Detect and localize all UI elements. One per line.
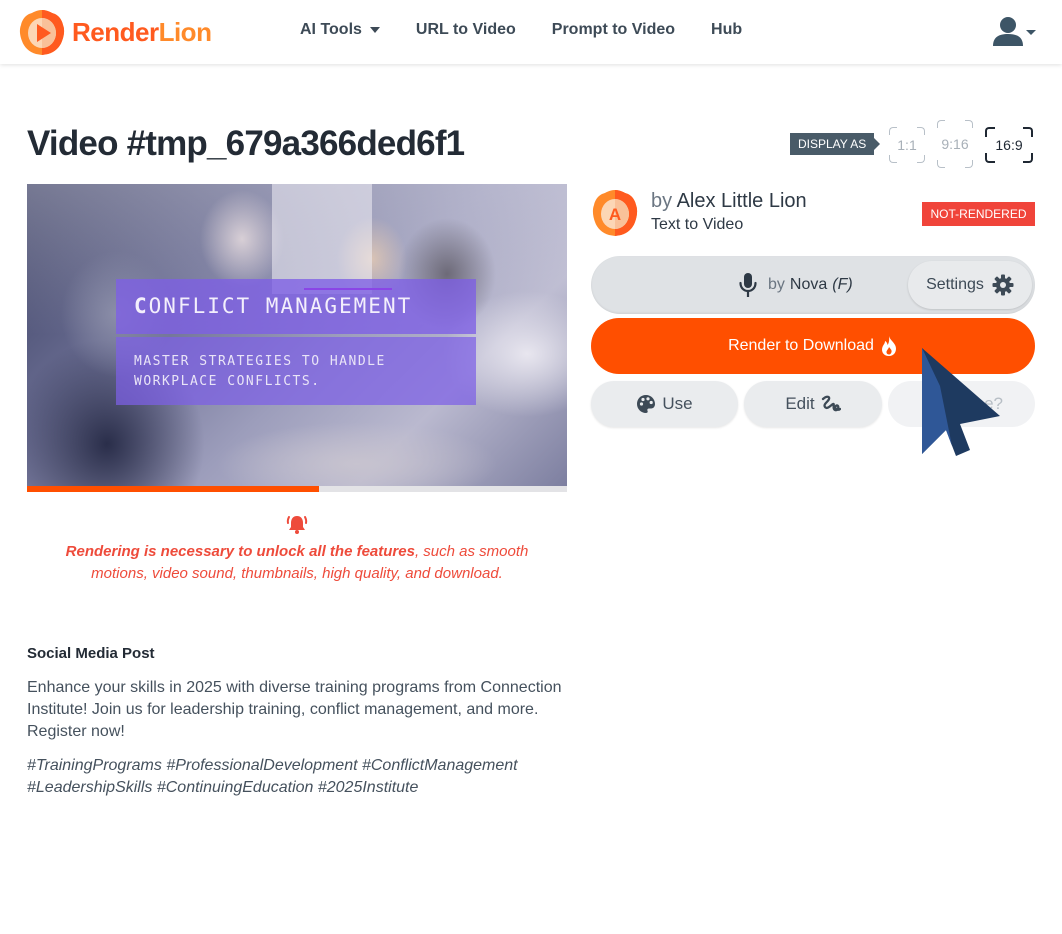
third-action-button[interactable]: e? — [888, 381, 1035, 427]
display-as-label: DISPLAY AS — [790, 133, 881, 155]
author-name[interactable]: Alex Little Lion — [677, 190, 807, 212]
notice-bold-text: Rendering is necessary to unlock all the… — [65, 543, 415, 560]
author-line: by Alex Little Lion — [651, 190, 807, 213]
ratio-label: 16:9 — [995, 137, 1023, 153]
third-action-label: e? — [984, 394, 1003, 413]
brand-name: RenderLion — [72, 16, 212, 47]
bell-ringing-icon — [286, 516, 308, 534]
edit-label: Edit — [785, 394, 815, 413]
frame-corner — [889, 155, 897, 163]
edit-button[interactable]: Edit — [744, 381, 882, 427]
voice-by: by — [768, 276, 785, 293]
page-title: Video #tmp_679a366ded6f1 — [27, 124, 465, 163]
nav-url-to-video-label: URL to Video — [415, 21, 516, 38]
video-headline: CONFLICT MANAGEMENT — [134, 294, 412, 318]
social-post-title: Social Media Post — [27, 645, 155, 662]
social-post-body: Enhance your skills in 2025 with diverse… — [27, 679, 562, 740]
user-icon — [993, 17, 1023, 46]
frame-corner — [985, 127, 995, 137]
voice-gender: (F) — [832, 276, 853, 293]
settings-label: Settings — [926, 276, 984, 293]
frame-corner — [917, 155, 925, 163]
video-preview[interactable]: CONFLICT MANAGEMENT MASTER STRATEGIES TO… — [27, 184, 567, 486]
nav-ai-tools-label: AI Tools — [300, 21, 362, 38]
ratio-16-9-button[interactable]: 16:9 — [985, 127, 1033, 163]
frame-corner — [937, 120, 945, 128]
render-notice: Rendering is necessary to unlock all the… — [47, 541, 547, 585]
nav-url-to-video[interactable]: URL to Video — [416, 21, 516, 39]
voice-selector[interactable]: by Nova (F) — [738, 272, 853, 298]
frame-corner — [937, 160, 945, 168]
status-badge: NOT-RENDERED — [922, 202, 1035, 226]
nav-hub[interactable]: Hub — [711, 21, 742, 39]
voice-name: Nova — [789, 276, 828, 293]
palette-icon — [637, 395, 656, 413]
video-progress-bar[interactable] — [27, 486, 567, 492]
author-by: by — [651, 190, 673, 212]
frame-corner — [917, 127, 925, 135]
gear-icon — [992, 274, 1014, 296]
render-label: Render to Download — [728, 337, 874, 354]
nav-prompt-to-video[interactable]: Prompt to Video — [552, 21, 675, 39]
caret-down-icon — [369, 27, 380, 33]
ratio-label: 9:16 — [941, 136, 969, 152]
accent-line — [304, 288, 392, 290]
ratio-label: 1:1 — [897, 137, 917, 153]
frame-corner — [1023, 153, 1033, 163]
headline-rest: ONFLICT MANAGEMENT — [148, 294, 413, 318]
lion-play-logo-icon — [19, 10, 65, 55]
avatar-letter: A — [609, 205, 621, 224]
main-nav: AI Tools URL to Video Prompt to Video Hu… — [300, 21, 778, 39]
frame-corner — [965, 120, 973, 128]
author-avatar[interactable]: A — [591, 189, 639, 237]
render-to-download-button[interactable]: Render to Download — [591, 318, 1035, 374]
user-menu-button[interactable] — [992, 16, 1036, 46]
social-post-hashtags: #TrainingPrograms #ProfessionalDevelopme… — [27, 757, 518, 796]
use-template-button[interactable]: Use — [591, 381, 738, 427]
voice-settings-button[interactable]: Settings — [908, 261, 1032, 309]
frame-corner — [965, 160, 973, 168]
frame-corner — [985, 153, 995, 163]
video-type: Text to Video — [651, 216, 744, 233]
use-label: Use — [662, 394, 693, 413]
top-navbar: RenderLion AI Tools URL to Video Prompt … — [0, 0, 1062, 64]
nav-prompt-to-video-label: Prompt to Video — [551, 21, 676, 38]
nav-ai-tools[interactable]: AI Tools — [300, 21, 380, 39]
frame-corner — [889, 127, 897, 135]
ratio-1-1-button[interactable]: 1:1 — [889, 127, 925, 163]
video-whiteboard — [272, 184, 372, 294]
headline-first-letter: C — [134, 294, 149, 318]
nav-hub-label: Hub — [711, 21, 743, 38]
ratio-9-16-button[interactable]: 9:16 — [937, 120, 973, 168]
signature-scribble-icon — [821, 395, 841, 412]
brand-logo[interactable]: RenderLion — [18, 8, 212, 56]
video-progress-fill — [27, 486, 319, 492]
frame-corner — [1023, 127, 1033, 137]
video-subheadline: MASTER STRATEGIES TO HANDLE WORKPLACE CO… — [134, 354, 386, 389]
microphone-icon — [739, 273, 757, 297]
fire-icon — [881, 336, 896, 356]
caret-down-icon — [1026, 30, 1036, 35]
